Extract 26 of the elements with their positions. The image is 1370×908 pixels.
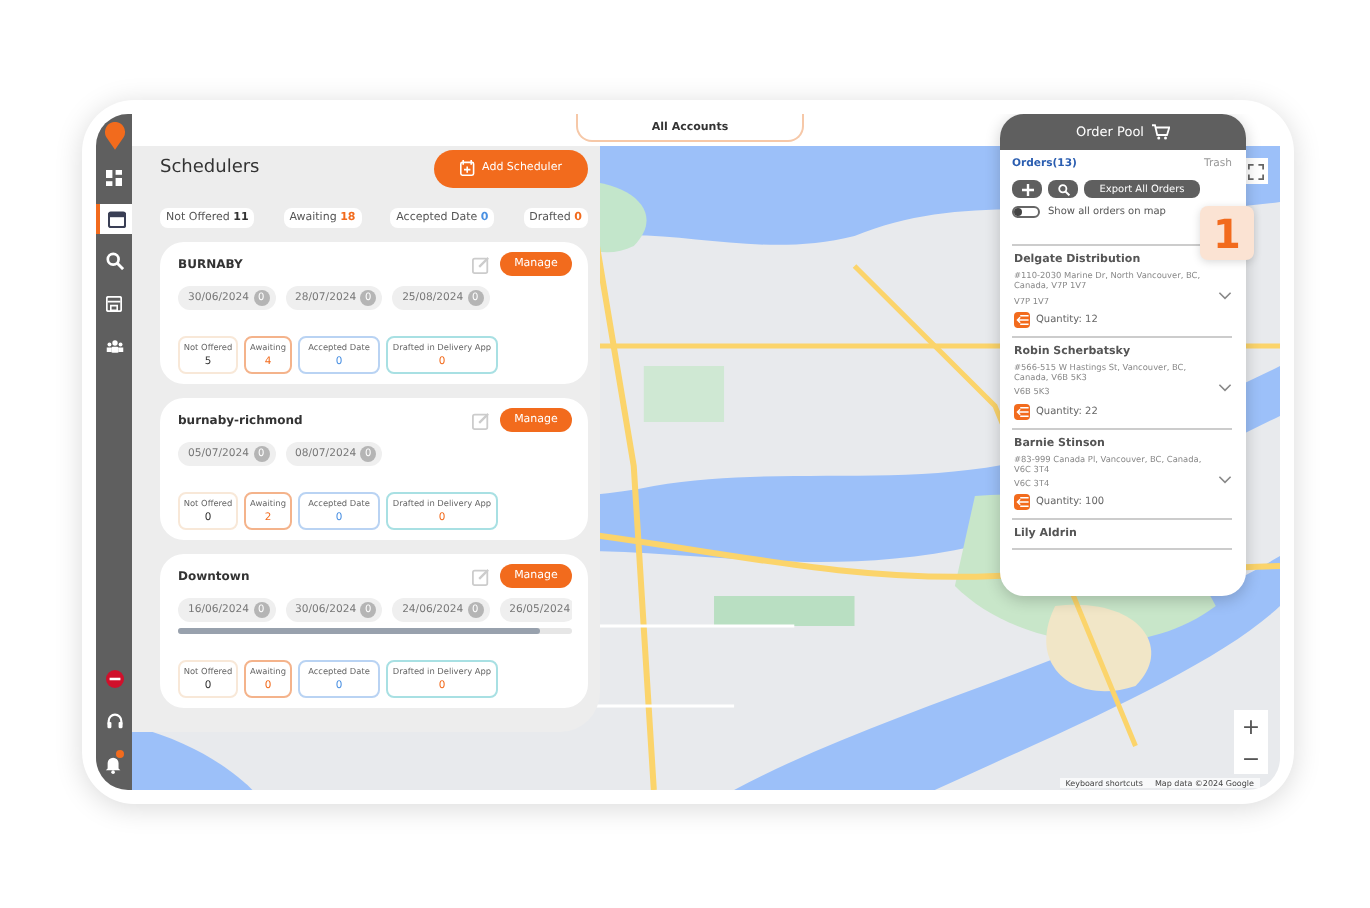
dashboard-icon: [106, 169, 122, 185]
store-icon: [106, 295, 122, 311]
search-icon: [105, 252, 123, 270]
chevron-down-icon[interactable]: [1218, 384, 1232, 393]
bell-icon: [104, 753, 124, 773]
calendar-icon: [107, 210, 125, 228]
chevron-down-icon[interactable]: [1218, 292, 1232, 301]
panel-title: Schedulers: [160, 158, 260, 178]
calendar-nav-item[interactable]: [96, 204, 132, 234]
scroll-bar[interactable]: [178, 628, 572, 634]
quantity-icon: [1014, 403, 1030, 419]
step-badge: 1: [1200, 206, 1254, 260]
stop-sign-icon: [105, 670, 123, 688]
search-button[interactable]: [1048, 180, 1078, 198]
search-icon: [1057, 183, 1069, 195]
map-toggle[interactable]: [1012, 206, 1040, 218]
team-icon: [105, 337, 123, 353]
chevron-down-icon[interactable]: [1218, 475, 1232, 484]
pin-icon: [103, 121, 125, 149]
plus-icon: [1021, 183, 1033, 195]
headset-icon: [105, 712, 123, 730]
quantity-icon: [1014, 494, 1030, 511]
add-button[interactable]: [1012, 180, 1042, 198]
quantity-icon: [1014, 311, 1030, 328]
cart-icon: [1152, 124, 1170, 140]
calendar-plus-icon: [460, 160, 477, 176]
